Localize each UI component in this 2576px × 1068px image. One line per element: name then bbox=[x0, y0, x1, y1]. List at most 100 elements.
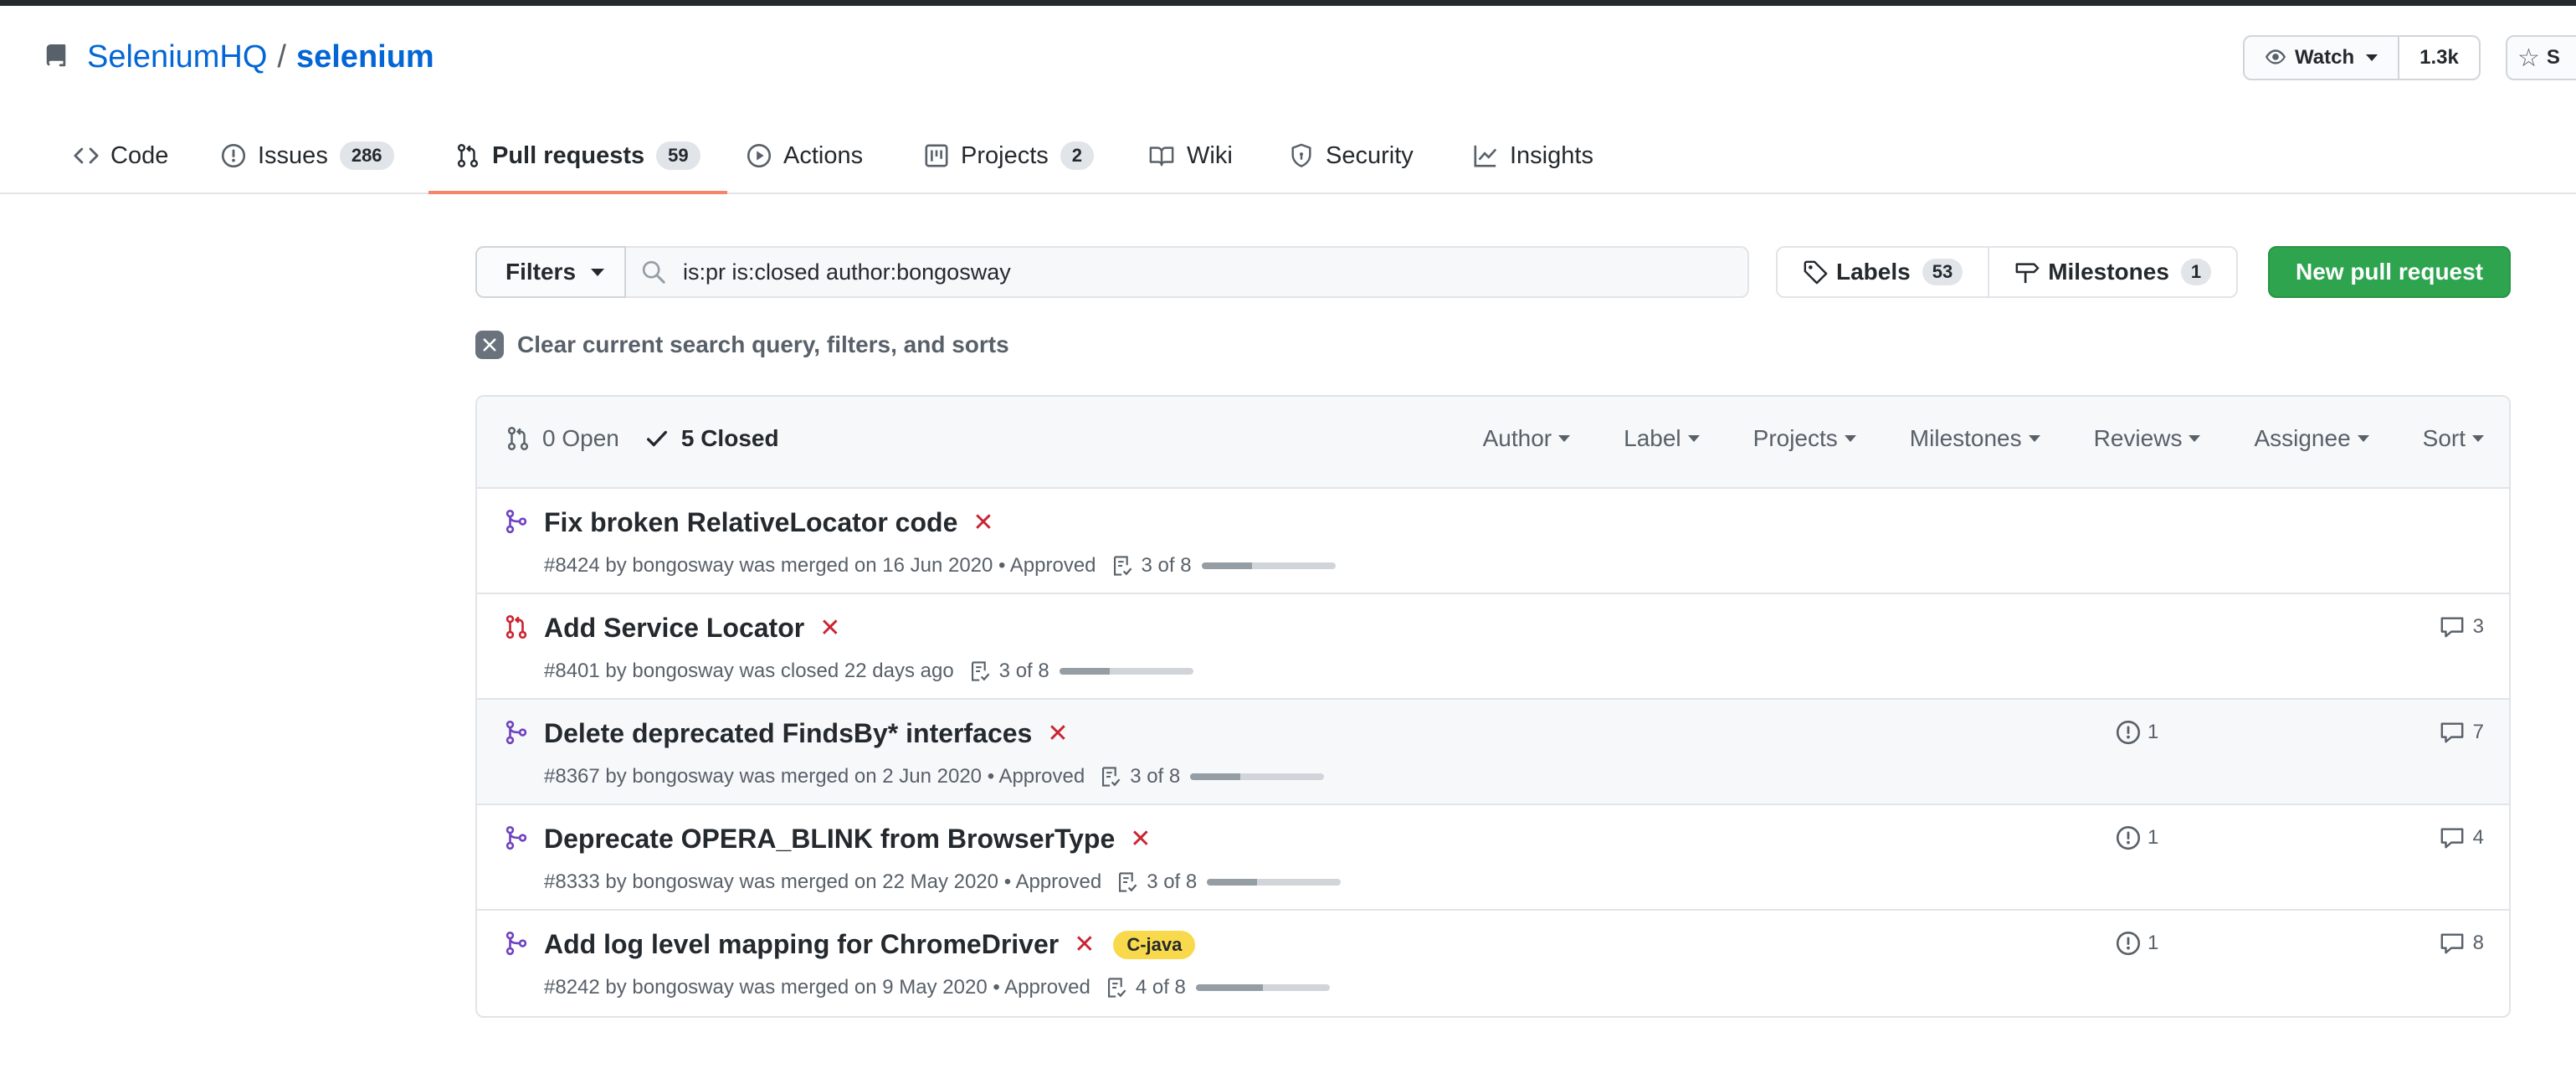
book-icon bbox=[1149, 146, 1174, 167]
comment-count: 7 bbox=[2472, 721, 2484, 743]
pr-meta: #8333 by bongosway was merged on 22 May … bbox=[544, 870, 1342, 894]
pr-state-icon bbox=[504, 509, 529, 538]
merged-icon bbox=[505, 509, 527, 534]
task-count: 3 of 8 bbox=[1147, 870, 1198, 893]
task-count: 4 of 8 bbox=[1135, 976, 1186, 999]
clear-filters-link[interactable]: Clear current search query, filters, and… bbox=[475, 328, 1009, 362]
issue-icon bbox=[2116, 720, 2141, 745]
comments-link[interactable]: 7 bbox=[2440, 720, 2484, 745]
comment-count: 8 bbox=[2472, 932, 2484, 954]
star-button[interactable]: ☆ S bbox=[2507, 37, 2570, 79]
closed-filter[interactable]: 5 Closed bbox=[644, 425, 779, 452]
open-label: 0 Open bbox=[542, 425, 619, 451]
tab-insights[interactable]: Insights bbox=[1473, 119, 1593, 193]
merged-icon bbox=[505, 931, 527, 956]
list-item[interactable]: Add Service Locator ✕ #8401 by bongosway… bbox=[477, 594, 2509, 700]
pr-meta: #8367 by bongosway was merged on 2 Jun 2… bbox=[544, 765, 1325, 788]
comments-link[interactable]: 8 bbox=[2440, 931, 2484, 956]
tab-actions[interactable]: Actions bbox=[747, 119, 863, 193]
repo-nav: Code Issues 286 Pull requests 59 Actions… bbox=[0, 119, 2576, 194]
repo-name-link[interactable]: selenium bbox=[296, 39, 434, 75]
pr-state-icon bbox=[504, 825, 529, 855]
comments-link[interactable]: 3 bbox=[2440, 614, 2484, 639]
list-item[interactable]: Delete deprecated FindsBy* interfaces ✕ … bbox=[477, 700, 2509, 805]
task-progress-bar bbox=[1201, 562, 1336, 569]
shield-icon bbox=[1291, 143, 1311, 167]
linked-issue[interactable]: 1 bbox=[2116, 720, 2158, 745]
linked-issue-count: 1 bbox=[2148, 721, 2159, 743]
filters-dropdown[interactable]: Filters bbox=[475, 246, 626, 298]
star-icon: ☆ bbox=[2517, 44, 2540, 72]
repo-header: SeleniumHQ / selenium bbox=[44, 32, 434, 82]
linked-issue-count: 1 bbox=[2148, 932, 2159, 954]
milestones-count: 1 bbox=[2180, 259, 2212, 285]
task-count: 3 of 8 bbox=[1130, 765, 1181, 788]
open-filter[interactable]: 0 Open bbox=[505, 425, 619, 452]
pr-state-icon bbox=[504, 931, 529, 960]
pr-meta: #8401 by bongosway was closed 22 days ag… bbox=[544, 660, 1193, 683]
linked-issue[interactable]: 1 bbox=[2116, 931, 2158, 956]
tab-projects[interactable]: Projects 2 bbox=[924, 119, 1095, 193]
list-item[interactable]: Deprecate OPERA_BLINK from BrowserType ✕… bbox=[477, 805, 2509, 911]
checklist-icon bbox=[1102, 767, 1121, 787]
task-progress-bar bbox=[1195, 984, 1330, 991]
milestones-label: Milestones bbox=[2048, 259, 2169, 285]
task-progress: 3 of 8 bbox=[1111, 554, 1336, 578]
tab-wiki[interactable]: Wiki bbox=[1148, 119, 1233, 193]
new-pull-request-button[interactable]: New pull request bbox=[2268, 246, 2511, 298]
filter-label: Milestones bbox=[1909, 425, 2022, 451]
tab-pull-requests[interactable]: Pull requests 59 bbox=[428, 119, 727, 194]
pr-title-link[interactable]: Fix broken RelativeLocator code bbox=[544, 507, 957, 538]
tab-label: Issues bbox=[258, 141, 328, 169]
filters-label: Filters bbox=[505, 259, 577, 285]
issue-icon bbox=[2116, 825, 2141, 850]
task-progress-bar bbox=[1207, 879, 1342, 886]
milestones-button[interactable]: Milestones 1 bbox=[1988, 248, 2236, 296]
labels-milestones-group: Labels 53 Milestones 1 bbox=[1776, 246, 2239, 298]
pr-title-link[interactable]: Deprecate OPERA_BLINK from BrowserType bbox=[544, 824, 1115, 855]
projects-filter[interactable]: Projects bbox=[1753, 425, 1856, 452]
tab-security[interactable]: Security bbox=[1289, 119, 1414, 193]
watch-count[interactable]: 1.3k bbox=[2398, 37, 2479, 79]
chevron-down-icon bbox=[2189, 435, 2201, 442]
labels-button[interactable]: Labels 53 bbox=[1778, 248, 1988, 296]
list-item[interactable]: Add log level mapping for ChromeDriver ✕… bbox=[477, 911, 2509, 1016]
tab-counter: 59 bbox=[656, 141, 700, 170]
task-count: 3 of 8 bbox=[998, 660, 1049, 682]
list-item[interactable]: Fix broken RelativeLocator code ✕ #8424 … bbox=[477, 489, 2509, 594]
chevron-down-icon bbox=[2366, 54, 2378, 61]
milestones-filter[interactable]: Milestones bbox=[1910, 425, 2040, 452]
sort-filter[interactable]: Sort bbox=[2423, 425, 2484, 452]
chevron-down-icon bbox=[1687, 435, 1700, 442]
ci-failed-icon[interactable]: ✕ bbox=[1047, 719, 1068, 748]
eye-icon bbox=[2266, 49, 2286, 64]
pr-label[interactable]: C-java bbox=[1113, 930, 1196, 959]
assignee-filter[interactable]: Assignee bbox=[2254, 425, 2369, 452]
ci-failed-icon[interactable]: ✕ bbox=[972, 508, 993, 537]
ci-failed-icon[interactable]: ✕ bbox=[1130, 824, 1151, 854]
tab-label: Actions bbox=[783, 141, 864, 169]
checklist-icon bbox=[1107, 978, 1126, 998]
repo-owner-link[interactable]: SeleniumHQ bbox=[87, 39, 267, 75]
tab-code[interactable]: Code bbox=[74, 119, 168, 193]
tab-label: Insights bbox=[1510, 141, 1593, 169]
pr-title-link[interactable]: Add log level mapping for ChromeDriver bbox=[544, 929, 1059, 960]
graph-icon bbox=[1474, 145, 1497, 167]
ci-failed-icon[interactable]: ✕ bbox=[819, 614, 840, 643]
linked-issue[interactable]: 1 bbox=[2116, 825, 2158, 850]
comments-link[interactable]: 4 bbox=[2440, 825, 2484, 850]
comment-icon bbox=[2440, 828, 2464, 849]
ci-failed-icon[interactable]: ✕ bbox=[1074, 930, 1095, 959]
chevron-down-icon bbox=[591, 268, 605, 276]
task-progress-bar bbox=[1190, 773, 1325, 780]
reviews-filter[interactable]: Reviews bbox=[2094, 425, 2201, 452]
watch-button[interactable]: Watch bbox=[2245, 37, 2398, 79]
pr-title-link[interactable]: Delete deprecated FindsBy* interfaces bbox=[544, 718, 1032, 749]
checklist-icon bbox=[971, 661, 990, 681]
pr-title-link[interactable]: Add Service Locator bbox=[544, 613, 804, 644]
tab-issues[interactable]: Issues 286 bbox=[221, 119, 394, 193]
chevron-down-icon bbox=[1844, 435, 1856, 442]
search-input[interactable] bbox=[681, 258, 1689, 286]
author-filter[interactable]: Author bbox=[1483, 425, 1571, 452]
label-filter[interactable]: Label bbox=[1624, 425, 1700, 452]
